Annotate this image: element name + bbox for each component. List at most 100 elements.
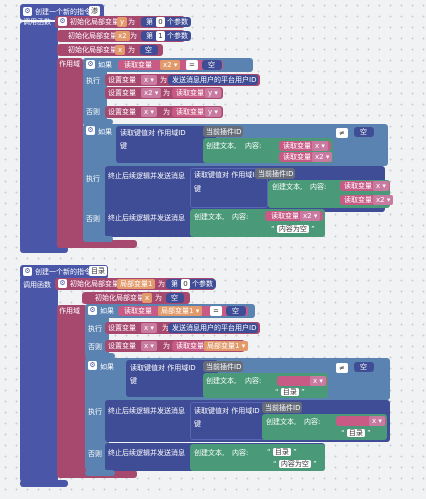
operator-dropdown[interactable]: =: [186, 60, 198, 70]
as-label: 为: [130, 32, 137, 40]
scope-block[interactable]: [57, 58, 83, 248]
command-header-label: 创建一个新的指令: [35, 268, 91, 276]
else-label: 否则: [86, 108, 100, 116]
create-text-label: 创建文本,: [266, 418, 297, 426]
operator-dropdown[interactable]: ≠: [336, 363, 348, 373]
gear-icon[interactable]: ⚙: [88, 361, 97, 370]
sender-user-id-label: 发送消息用户的平台用户ID: [172, 76, 257, 84]
variable-name-field[interactable]: y: [117, 17, 128, 27]
string-block[interactable]: “ 目录 ”: [336, 428, 376, 439]
variable-name-field[interactable]: x: [142, 293, 153, 303]
quote-icon: ”: [308, 225, 315, 233]
get-variable-label: 读取变量: [344, 182, 372, 190]
key-label: 键: [194, 185, 201, 193]
null-value: 空: [360, 363, 367, 371]
procedure-block[interactable]: [20, 276, 58, 482]
variable-dropdown[interactable]: y: [205, 107, 221, 117]
content-label: 内容:: [245, 142, 262, 150]
operator-dropdown[interactable]: =: [210, 306, 222, 316]
kv-read-label: 读取键值对 作用域ID: [130, 364, 196, 372]
gear-icon[interactable]: ⚙: [23, 267, 32, 276]
string-value[interactable]: 内容为空: [278, 460, 311, 468]
then-label: 执行: [86, 77, 100, 85]
if-label: 如果: [98, 128, 112, 136]
variable-dropdown[interactable]: x: [312, 141, 328, 151]
param-index-field[interactable]: 0: [156, 17, 165, 27]
get-variable-label: 读取变量: [271, 212, 299, 220]
string-block[interactable]: “ 内容为空 ”: [268, 459, 322, 470]
string-value[interactable]: 内容为空: [276, 225, 309, 233]
set-label: 设置变量: [108, 108, 136, 116]
gear-icon[interactable]: ⚙: [58, 17, 67, 26]
kv-read-label: 读取键值对 作用域ID: [194, 171, 260, 179]
as-label: 为: [158, 280, 165, 288]
set-label: 设置变量: [108, 324, 136, 332]
quote-icon: ”: [290, 448, 297, 456]
content-label: 内容:: [310, 183, 327, 191]
quote-icon: “: [267, 448, 273, 456]
variable-dropdown[interactable]: x: [141, 75, 157, 85]
content-label: 内容:: [304, 418, 321, 426]
quote-icon: “: [275, 388, 281, 396]
string-block[interactable]: “ 目录 ”: [262, 447, 302, 458]
key-label: 键: [130, 377, 137, 385]
command-name-field[interactable]: 渗: [89, 6, 100, 16]
content-label: 内容:: [245, 377, 262, 385]
variable-dropdown[interactable]: x2: [300, 211, 321, 221]
variable-dropdown[interactable]: 局部变量1: [204, 341, 249, 351]
variable-dropdown[interactable]: x2: [373, 195, 394, 205]
variable-dropdown[interactable]: x: [369, 416, 385, 426]
gear-icon[interactable]: ⚙: [23, 7, 32, 16]
param-index-field[interactable]: 0: [181, 279, 190, 289]
stop-send-label: 终止后续逻辑并发送消息: [108, 172, 185, 180]
command-name-field[interactable]: 目录: [89, 266, 107, 276]
string-value[interactable]: 目录: [280, 388, 299, 396]
variable-dropdown[interactable]: x: [141, 323, 157, 333]
as-label: 为: [163, 108, 170, 116]
variable-dropdown[interactable]: 局部变量1: [158, 306, 203, 316]
string-block[interactable]: “ 内容为空 ”: [266, 224, 320, 235]
key-label: 键: [120, 142, 127, 150]
string-value[interactable]: 目录: [346, 429, 365, 437]
create-text-label: 创建文本,: [194, 213, 225, 221]
scope-label: 作用域: [59, 60, 80, 68]
operator-dropdown[interactable]: ≠: [336, 128, 348, 138]
gear-icon[interactable]: ⚙: [86, 60, 95, 69]
as-label: 为: [163, 342, 170, 350]
variable-dropdown[interactable]: y: [205, 88, 221, 98]
get-variable-label: 读取变量: [283, 142, 311, 150]
variable-name-field[interactable]: 局部变量1: [117, 279, 156, 289]
variable-dropdown[interactable]: x: [141, 341, 157, 351]
gear-icon[interactable]: ⚙: [58, 279, 67, 288]
variable-dropdown[interactable]: x: [141, 107, 157, 117]
variable-dropdown[interactable]: x2: [160, 60, 181, 70]
init-label: 初始化局部变量: [95, 294, 144, 302]
init-label: 初始化局部变量: [68, 46, 117, 54]
null-value: 空: [232, 307, 239, 315]
call-function-label: 调用函数: [23, 281, 51, 289]
variable-dropdown[interactable]: x2: [312, 152, 333, 162]
string-block[interactable]: “ 目录 ”: [270, 387, 310, 398]
scope-block[interactable]: [57, 305, 87, 477]
bot-id-label: 当前插件ID: [206, 128, 242, 136]
variable-dropdown[interactable]: x2: [141, 88, 162, 98]
procedure-block[interactable]: [20, 22, 58, 250]
quote-icon: “: [273, 460, 279, 468]
null-value: 空: [208, 61, 215, 69]
param-prefix: 第: [146, 32, 153, 40]
quote-icon: ”: [310, 460, 317, 468]
variable-dropdown[interactable]: x: [373, 181, 389, 191]
quote-icon: ”: [364, 429, 371, 437]
if-label: 如果: [98, 61, 112, 69]
create-text-label: 创建文本,: [272, 183, 303, 191]
gear-icon[interactable]: ⚙: [88, 306, 97, 315]
string-value[interactable]: 目录: [272, 448, 291, 456]
null-value: 空: [145, 46, 152, 54]
stop-send-label: 终止后续逻辑并发送消息: [108, 407, 185, 415]
variable-name-field[interactable]: x2: [115, 31, 130, 41]
gear-icon[interactable]: ⚙: [86, 126, 95, 135]
get-variable-label: 读取变量: [176, 108, 204, 116]
variable-dropdown[interactable]: x: [310, 376, 326, 386]
param-index-field[interactable]: 1: [156, 31, 165, 41]
variable-name-field[interactable]: x: [115, 45, 126, 55]
